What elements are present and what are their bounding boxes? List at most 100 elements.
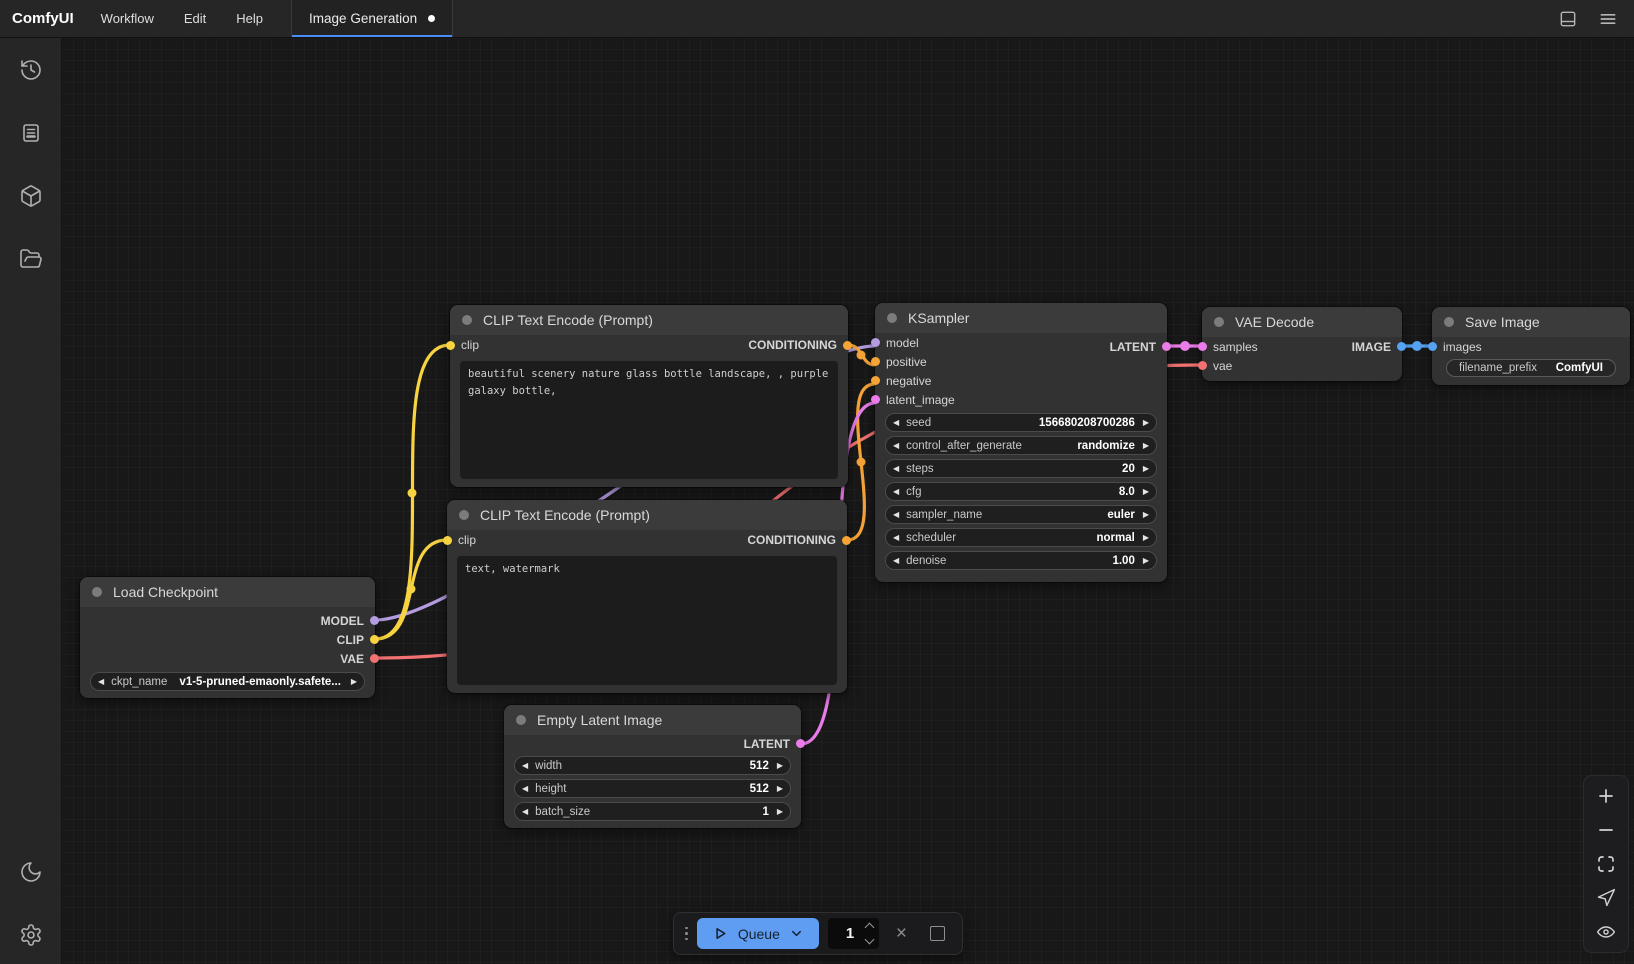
input-slot-positive[interactable]: positive xyxy=(875,352,1167,371)
increment-icon[interactable]: ▶ xyxy=(1143,488,1149,496)
increment-icon[interactable]: ▶ xyxy=(1143,511,1149,519)
sidebar-item-history[interactable] xyxy=(11,50,51,90)
input-dot-clip[interactable] xyxy=(443,536,452,545)
node-empty-latent-image[interactable]: Empty Latent Image LATENT ◀ width 512 ▶ … xyxy=(504,705,801,828)
output-dot-latent[interactable] xyxy=(796,739,805,748)
output-dot-conditioning[interactable] xyxy=(843,341,852,350)
batch-count-input[interactable]: 1 xyxy=(828,918,879,949)
collapse-dot-icon[interactable] xyxy=(462,315,472,325)
input-slot-clip[interactable]: clip xyxy=(458,533,476,547)
increment-icon[interactable]: ▶ xyxy=(351,678,357,686)
decrement-icon[interactable]: ◀ xyxy=(893,465,899,473)
input-slot-negative[interactable]: negative xyxy=(875,371,1167,390)
sidebar-item-workflows[interactable] xyxy=(11,239,51,279)
increment-icon[interactable]: ▶ xyxy=(777,808,783,816)
output-dot-model[interactable] xyxy=(370,616,379,625)
decrement-icon[interactable]: ◀ xyxy=(98,678,104,686)
cfg-widget[interactable]: ◀ cfg 8.0 ▶ xyxy=(885,482,1157,501)
output-dot-image[interactable] xyxy=(1397,342,1406,351)
output-slot-latent[interactable]: LATENT xyxy=(504,735,801,752)
height-widget[interactable]: ◀ height 512 ▶ xyxy=(514,779,791,798)
increment-icon[interactable]: ▶ xyxy=(1143,465,1149,473)
increment-icon[interactable]: ▶ xyxy=(1143,534,1149,542)
fit-view-button[interactable] xyxy=(1591,850,1621,878)
input-dot-negative[interactable] xyxy=(871,376,880,385)
toggle-link-visibility-button[interactable] xyxy=(1591,918,1621,946)
menu-help[interactable]: Help xyxy=(221,0,278,37)
output-dot-vae[interactable] xyxy=(370,654,379,663)
decrement-icon[interactable]: ◀ xyxy=(893,442,899,450)
decrement-icon[interactable]: ◀ xyxy=(893,511,899,519)
settings-button[interactable] xyxy=(11,915,51,955)
seed-widget[interactable]: ◀ seed 156680208700286 ▶ xyxy=(885,413,1157,432)
node-header[interactable]: KSampler xyxy=(875,303,1167,333)
tab-image-generation[interactable]: Image Generation xyxy=(291,0,453,37)
decrement-icon[interactable]: ◀ xyxy=(893,419,899,427)
output-slot-image[interactable]: IMAGE xyxy=(1352,340,1391,354)
input-slot-model[interactable]: model xyxy=(875,333,1167,352)
cancel-run-button[interactable]: × xyxy=(888,920,915,948)
output-dot-clip[interactable] xyxy=(370,635,379,644)
decrement-icon[interactable]: ◀ xyxy=(893,557,899,565)
decrement-count-icon[interactable] xyxy=(864,935,874,945)
node-save-image[interactable]: Save Image images filename_prefix ComfyU… xyxy=(1432,307,1630,385)
output-slot-conditioning[interactable]: CONDITIONING xyxy=(748,338,837,352)
increment-icon[interactable]: ▶ xyxy=(777,785,783,793)
width-widget[interactable]: ◀ width 512 ▶ xyxy=(514,756,791,775)
collapse-dot-icon[interactable] xyxy=(1444,317,1454,327)
sampler-name-widget[interactable]: ◀ sampler_name euler ▶ xyxy=(885,505,1157,524)
increment-count-icon[interactable] xyxy=(864,923,874,933)
node-header[interactable]: Save Image xyxy=(1432,307,1630,337)
zoom-out-button[interactable] xyxy=(1591,816,1621,844)
denoise-widget[interactable]: ◀ denoise 1.00 ▶ xyxy=(885,551,1157,570)
output-dot-conditioning[interactable] xyxy=(842,536,851,545)
queue-button[interactable]: Queue xyxy=(697,918,820,949)
decrement-icon[interactable]: ◀ xyxy=(893,534,899,542)
filename-prefix-widget[interactable]: filename_prefix ComfyUI xyxy=(1446,359,1616,377)
node-clip-text-encode-negative[interactable]: CLIP Text Encode (Prompt) clip CONDITION… xyxy=(447,500,847,693)
input-dot-model[interactable] xyxy=(871,338,880,347)
positive-prompt-textarea[interactable]: beautiful scenery nature glass bottle la… xyxy=(460,361,838,479)
increment-icon[interactable]: ▶ xyxy=(1143,557,1149,565)
output-slot-conditioning[interactable]: CONDITIONING xyxy=(747,533,836,547)
main-menu-button[interactable] xyxy=(1592,4,1624,34)
decrement-icon[interactable]: ◀ xyxy=(522,808,528,816)
negative-prompt-textarea[interactable]: text, watermark xyxy=(457,556,837,685)
scheduler-widget[interactable]: ◀ scheduler normal ▶ xyxy=(885,528,1157,547)
node-ksampler[interactable]: KSampler LATENT model positive negative … xyxy=(875,303,1167,582)
node-clip-text-encode-positive[interactable]: CLIP Text Encode (Prompt) clip CONDITION… xyxy=(450,305,848,487)
input-slot-clip[interactable]: clip xyxy=(461,338,479,352)
input-slot-samples[interactable]: samples xyxy=(1213,340,1258,354)
node-header[interactable]: VAE Decode xyxy=(1202,307,1402,337)
node-header[interactable]: Empty Latent Image xyxy=(504,705,801,735)
zoom-in-button[interactable] xyxy=(1591,782,1621,810)
input-slot-latent-image[interactable]: latent_image xyxy=(875,390,1167,409)
output-slot-vae[interactable]: VAE xyxy=(80,649,375,668)
node-header[interactable]: CLIP Text Encode (Prompt) xyxy=(450,305,848,335)
decrement-icon[interactable]: ◀ xyxy=(893,488,899,496)
input-slot-vae[interactable]: vae xyxy=(1202,356,1402,375)
input-dot-vae[interactable] xyxy=(1198,361,1207,370)
sidebar-item-model-library[interactable] xyxy=(11,176,51,216)
node-header[interactable]: Load Checkpoint xyxy=(80,577,375,607)
collapse-dot-icon[interactable] xyxy=(459,510,469,520)
input-dot-clip[interactable] xyxy=(446,341,455,350)
input-slot-images[interactable]: images xyxy=(1432,337,1630,356)
menu-workflow[interactable]: Workflow xyxy=(86,0,169,37)
input-dot-samples[interactable] xyxy=(1198,342,1207,351)
collapse-dot-icon[interactable] xyxy=(516,715,526,725)
ckpt-name-widget[interactable]: ◀ ckpt_name v1-5-pruned-emaonly.safete..… xyxy=(90,672,365,691)
sidebar-item-queue[interactable] xyxy=(11,113,51,153)
drag-handle[interactable] xyxy=(685,927,688,941)
menu-edit[interactable]: Edit xyxy=(169,0,221,37)
collapse-dot-icon[interactable] xyxy=(887,313,897,323)
control-after-generate-widget[interactable]: ◀ control_after_generate randomize ▶ xyxy=(885,436,1157,455)
app-logo[interactable]: ComfyUI xyxy=(0,0,86,37)
output-slot-clip[interactable]: CLIP xyxy=(80,630,375,649)
input-dot-latent-image[interactable] xyxy=(871,395,880,404)
increment-icon[interactable]: ▶ xyxy=(1143,419,1149,427)
clear-queue-button[interactable] xyxy=(924,920,951,948)
output-slot-model[interactable]: MODEL xyxy=(80,611,375,630)
node-load-checkpoint[interactable]: Load Checkpoint MODEL CLIP VAE ◀ ckpt_na… xyxy=(80,577,375,698)
batch-size-widget[interactable]: ◀ batch_size 1 ▶ xyxy=(514,802,791,821)
